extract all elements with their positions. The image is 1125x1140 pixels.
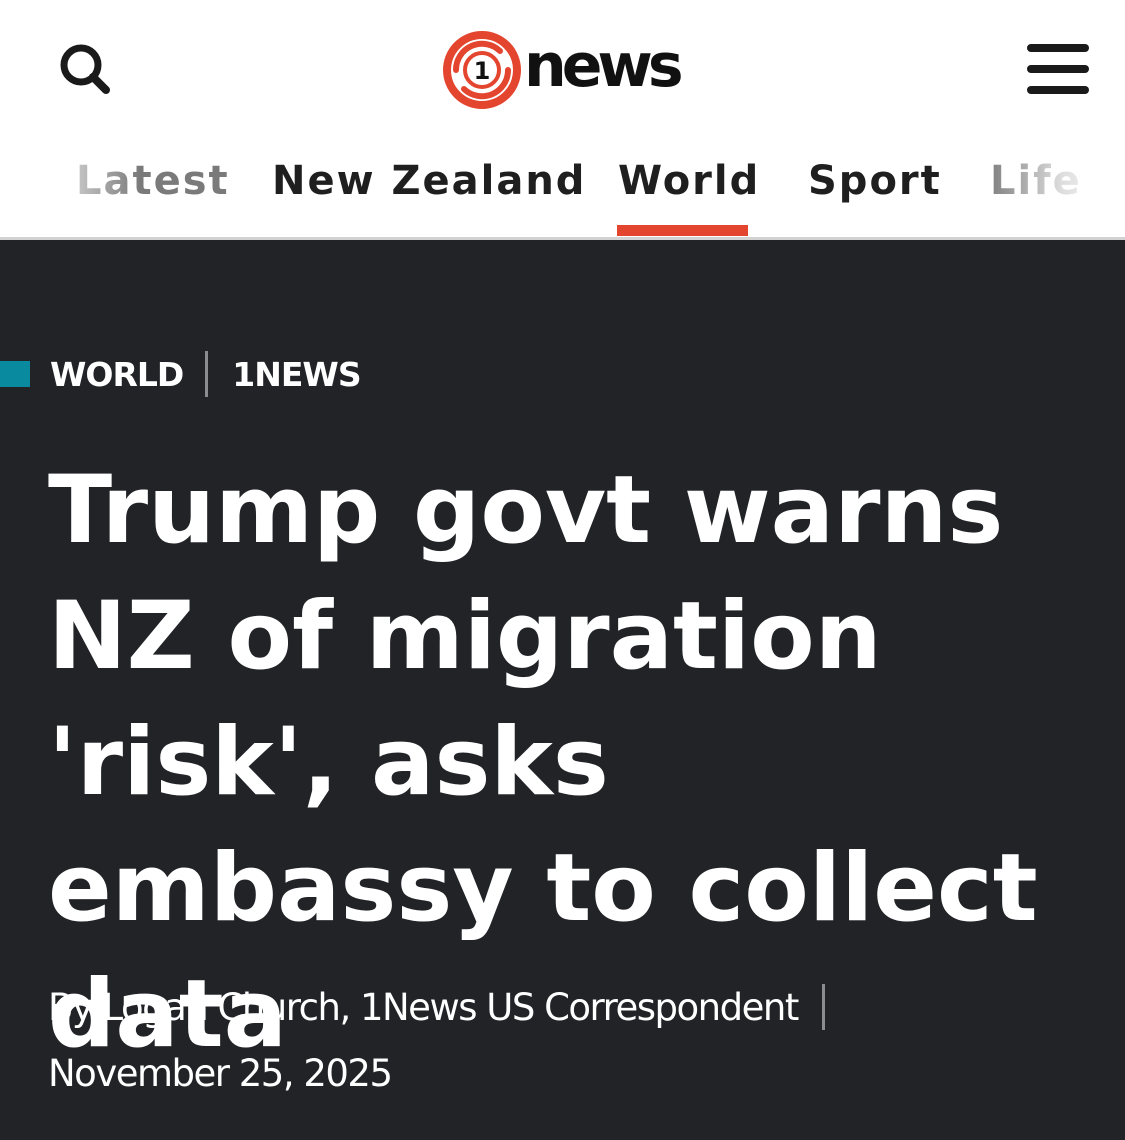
search-button[interactable]: [52, 36, 118, 102]
active-tab-indicator: [617, 225, 748, 236]
kicker-divider: [205, 351, 209, 397]
logo-wordmark: news: [524, 31, 684, 101]
hamburger-menu-icon: [1027, 44, 1089, 52]
section-label[interactable]: WORLD: [50, 355, 184, 394]
site-logo[interactable]: 1 news: [442, 30, 687, 110]
article-byline: By Logan Church, 1News US Correspondent: [48, 982, 825, 1032]
nav-item-world[interactable]: World: [618, 158, 760, 204]
search-icon: [60, 44, 110, 94]
byline-text: By Logan Church, 1News US Correspondent: [48, 985, 799, 1029]
logo-mark-text: 1: [474, 57, 491, 85]
menu-button[interactable]: [1022, 38, 1094, 100]
section-nav: Latest New Zealand World Sport Life: [0, 128, 1125, 240]
hamburger-menu-icon: [1027, 86, 1089, 94]
nav-item-new-zealand[interactable]: New Zealand: [272, 158, 586, 204]
byline-divider: [821, 984, 825, 1030]
article-date: November 25, 2025: [48, 1052, 393, 1095]
article-hero: WORLD 1NEWS Trump govt warns NZ of migra…: [0, 240, 1125, 1140]
source-label: 1NEWS: [232, 354, 361, 394]
nav-item-life[interactable]: Life: [990, 158, 1082, 204]
nav-item-latest[interactable]: Latest: [76, 158, 230, 204]
kicker-accent-bar: [0, 361, 30, 387]
logo-mark-icon: 1: [443, 31, 521, 109]
nav-item-sport[interactable]: Sport: [808, 158, 942, 204]
site-header: 1 news: [0, 0, 1125, 128]
article-kicker: WORLD 1NEWS: [0, 344, 362, 404]
hamburger-menu-icon: [1027, 65, 1089, 73]
